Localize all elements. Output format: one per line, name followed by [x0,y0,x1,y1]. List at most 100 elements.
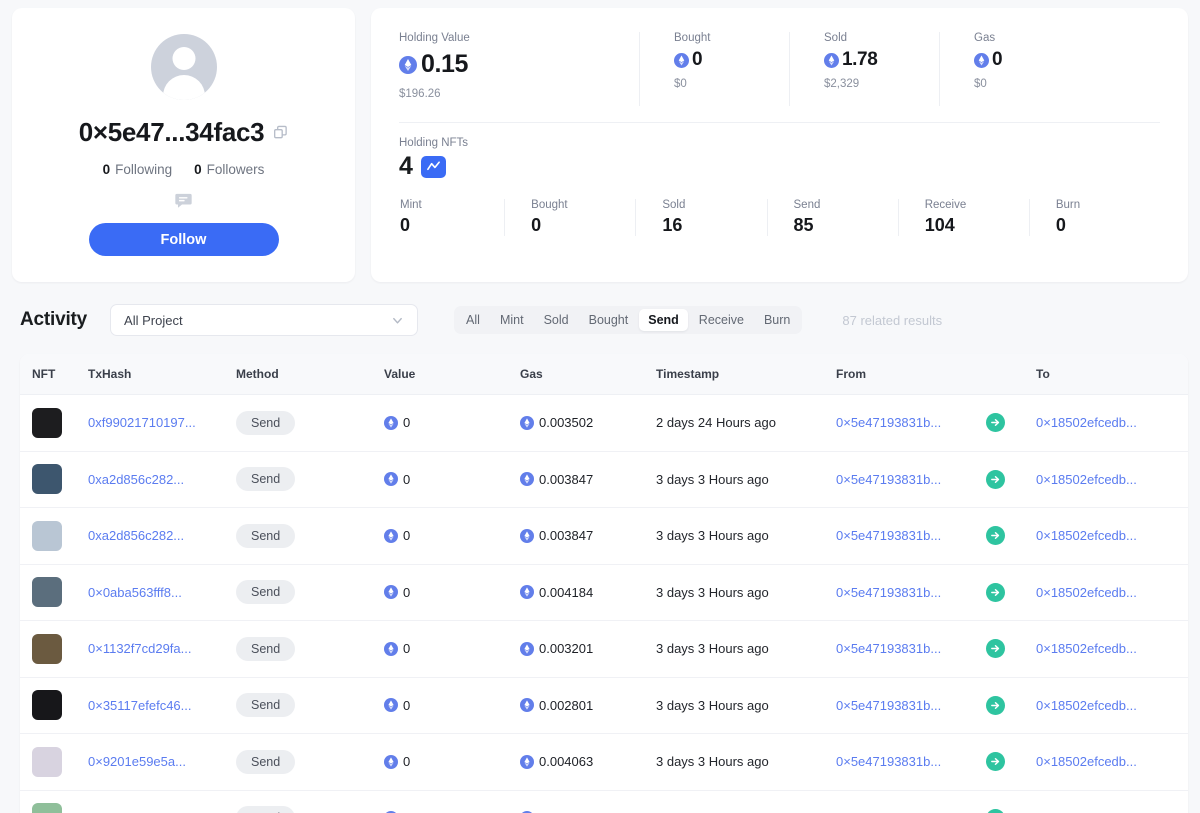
txhash-link[interactable]: 0xf99021710197... [88,415,196,430]
txhash-link[interactable]: 0×0aba563fff8... [88,585,182,600]
cell-nft [20,677,88,734]
to-address-link[interactable]: 0×18502efcedb... [1036,585,1137,600]
counter-burn: Burn 0 [1028,199,1160,236]
counter-receive: Receive 104 [897,199,1029,236]
method-badge[interactable]: Send [236,523,296,548]
ethereum-icon [384,415,398,430]
cell-nft [20,564,88,621]
filter-receive[interactable]: Receive [690,309,753,331]
method-badge[interactable]: Send [236,410,296,435]
nft-thumbnail[interactable] [32,633,62,664]
project-filter-select[interactable]: All Project [110,304,419,336]
cell-direction [986,451,1036,508]
ethereum-icon [674,52,689,68]
cell-txhash: 0×9201e59e5a... [88,733,236,791]
method-badge[interactable]: Send [236,636,296,661]
table-row[interactable]: 0×0aba563fff8... Send 0 0.004184 3 days 3 Ho… [20,564,1188,621]
method-badge[interactable]: Send [236,806,296,813]
value-amount: 0 [384,754,520,769]
timestamp-text: 3 days 3 Hours ago [656,754,769,770]
to-address-link[interactable]: 0×18502efcedb... [1036,754,1137,769]
timestamp-text: 3 days 3 Hours ago [656,471,769,487]
cell-gas: 0.003201 [520,620,656,678]
arrow-right-icon [986,695,1005,715]
from-address-link[interactable]: 0×5e47193831b... [836,698,941,713]
comment-bubble-icon[interactable] [174,191,193,210]
filter-sold[interactable]: Sold [535,309,578,331]
holding-value-amount: 0.15 [399,50,619,79]
from-address-link[interactable]: 0×5e47193831b... [836,415,941,430]
from-address-link[interactable]: 0×5e47193831b... [836,641,941,656]
table-row[interactable]: 0xf99021710197... Send 0 0.003502 2 days 24 … [20,394,1188,452]
counter-bought: Bought 0 [504,199,635,236]
txhash-link[interactable]: 0×9201e59e5a... [88,754,186,769]
table-row[interactable]: 0×dd3a1fc09de...Send 00.0018333 days 7 Ho… [20,790,1188,813]
table-row[interactable]: 0xa2d856c282... Send 0 0.003847 3 days 3 Hou… [20,451,1188,508]
cell-to: 0×18502efcedb... [1036,620,1188,678]
txhash-link[interactable]: 0xa2d856c282... [88,528,184,543]
to-address-link[interactable]: 0×18502efcedb... [1036,415,1137,430]
table-row[interactable]: 0×1132f7cd29fa... Send 0 0.003201 3 days 3 H… [20,620,1188,678]
cell-timestamp: 3 days 3 Hours ago [656,507,836,565]
nft-thumbnail[interactable] [32,746,62,777]
filter-burn[interactable]: Burn [755,309,799,331]
nft-thumbnail[interactable] [32,577,62,608]
from-address-link[interactable]: 0×5e47193831b... [836,528,941,543]
nft-thumbnail[interactable] [32,407,62,438]
arrow-right-icon [986,808,1005,813]
gas-number: 0.003502 [539,415,594,431]
filter-bought[interactable]: Bought [580,309,638,331]
cell-gas: 0.003502 [520,394,656,452]
counter-sold-value: 16 [662,215,683,235]
table-row[interactable]: 0xa2d856c282... Send 0 0.003847 3 days 3 Hou… [20,507,1188,565]
follow-button[interactable]: Follow [88,223,279,256]
counter-receive-value: 104 [924,215,955,235]
cell-timestamp: 3 days 3 Hours ago [656,733,836,791]
to-address-link[interactable]: 0×18502efcedb... [1036,698,1137,713]
cell-direction [986,677,1036,734]
txhash-link[interactable]: 0×35117efefc46... [88,698,192,713]
filter-mint[interactable]: Mint [491,309,533,331]
following-label: Following [115,162,173,177]
following-stat[interactable]: 0 Following [103,162,173,177]
gas-number: 0.002801 [539,697,594,713]
filter-send[interactable]: Send [639,309,688,331]
method-badge[interactable]: Send [236,580,296,605]
ethereum-icon [520,754,534,769]
method-badge[interactable]: Send [236,467,296,492]
nft-counters: Mint 0 Bought 0 Sold 16 Send 85 Receive [399,199,1160,236]
line-chart-icon[interactable] [421,155,447,178]
table-row[interactable]: 0×9201e59e5a... Send 0 0.004063 3 days 3 Hou… [20,733,1188,791]
nft-thumbnail[interactable] [32,803,62,813]
followers-stat[interactable]: 0 Followers [194,162,264,177]
cell-gas: 0.003847 [520,507,656,565]
gas-number: 0.003847 [539,471,594,487]
ethereum-icon [974,52,989,68]
table-row[interactable]: 0×35117efefc46... Send 0 0.002801 3 days 3 H… [20,677,1188,734]
nft-thumbnail[interactable] [32,520,62,551]
ethereum-icon [399,55,417,74]
activity-table-container: NFT TxHash Method Value Gas Timestamp Fr… [20,354,1188,813]
project-filter-value: All Project [124,312,183,328]
method-badge[interactable]: Send [236,749,296,774]
to-address-link[interactable]: 0×18502efcedb... [1036,528,1137,543]
nft-thumbnail[interactable] [32,464,62,495]
from-address-link[interactable]: 0×5e47193831b... [836,754,941,769]
cell-value: 0 [384,451,520,508]
filter-all[interactable]: All [457,309,489,331]
txhash-link[interactable]: 0×1132f7cd29fa... [88,641,192,656]
copy-icon[interactable] [273,125,288,140]
from-address-link[interactable]: 0×5e47193831b... [836,585,941,600]
bought-eth-stat: Bought 0 $0 [639,32,789,106]
cell-nft [20,451,88,508]
gas-amount: 0.003847 [520,472,656,487]
method-badge[interactable]: Send [236,693,296,718]
timestamp-text: 3 days 3 Hours ago [656,528,769,544]
following-count: 0 [102,162,111,177]
cell-method: Send [236,733,384,791]
txhash-link[interactable]: 0xa2d856c282... [88,472,184,487]
to-address-link[interactable]: 0×18502efcedb... [1036,641,1137,656]
nft-thumbnail[interactable] [32,690,62,721]
from-address-link[interactable]: 0×5e47193831b... [836,472,941,487]
to-address-link[interactable]: 0×18502efcedb... [1036,472,1137,487]
